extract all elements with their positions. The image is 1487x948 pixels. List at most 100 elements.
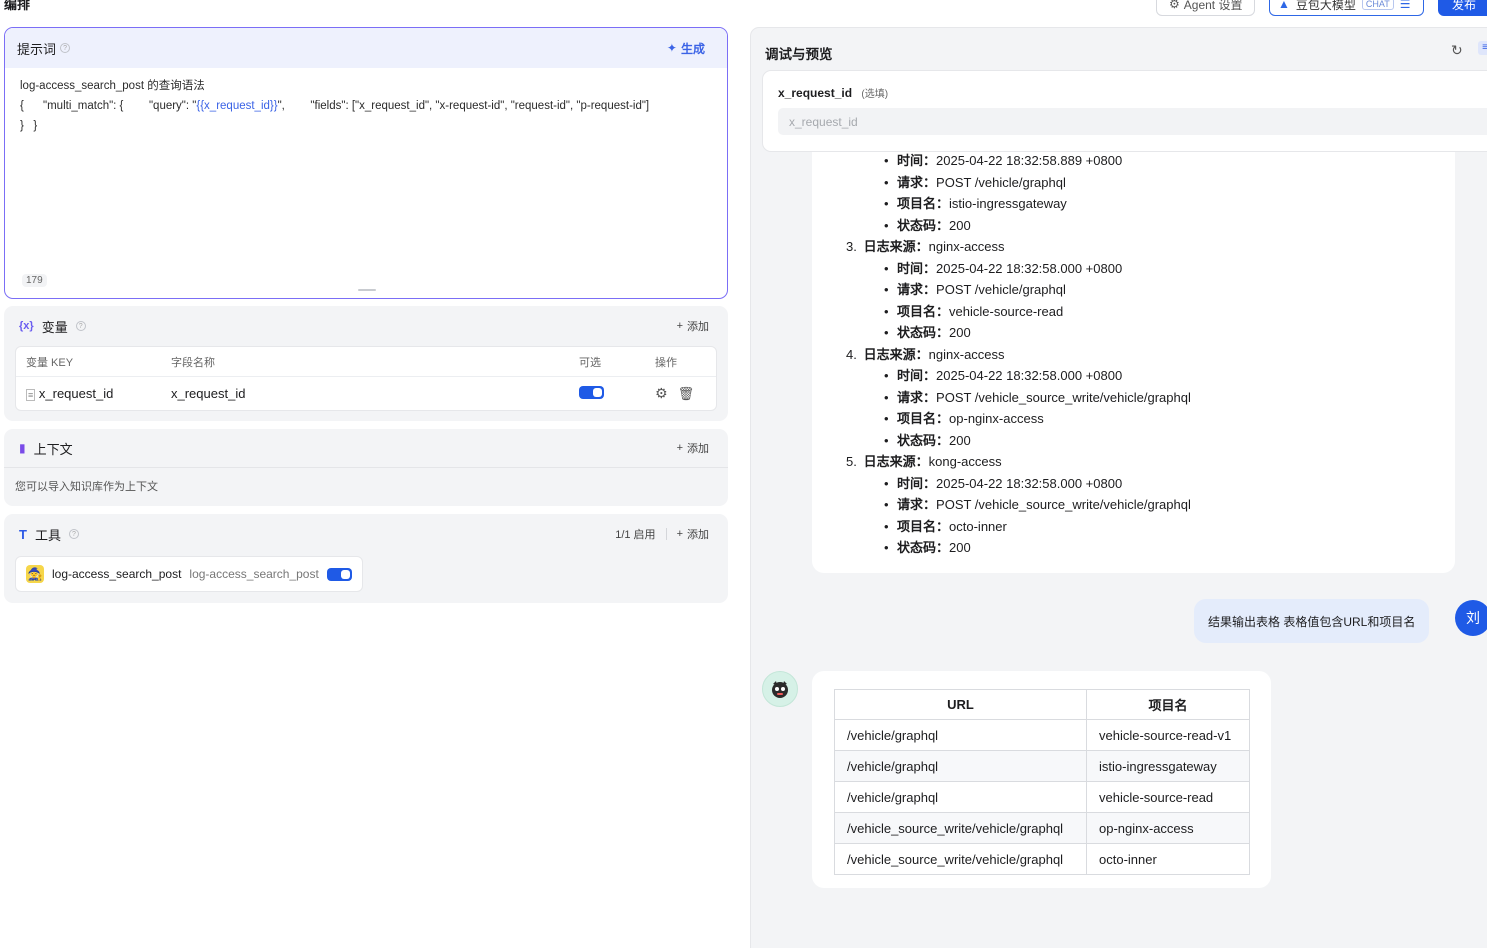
x-request-id-input[interactable]: [778, 108, 1487, 135]
variables-section: {x} 变量 ? + 添加 变量 KEY 字段名称 可选 操作 ≡ x_requ…: [4, 306, 728, 421]
bot-avatar-icon: [762, 671, 798, 707]
gear-icon[interactable]: ⚙: [655, 385, 668, 402]
assistant-message: 时间：2025-04-22 18:32:58.889 +0800 请求：POST…: [812, 145, 1455, 573]
help-icon[interactable]: ?: [68, 529, 79, 539]
help-icon[interactable]: ?: [60, 43, 71, 53]
plus-icon: +: [676, 528, 683, 540]
list-item: 项目名：istio-ingressgateway: [884, 193, 1191, 215]
variable-key[interactable]: x_request_id: [39, 386, 113, 401]
table-header-row: URL 项目名: [834, 689, 1250, 720]
tool-item[interactable]: 🧙 log-access_search_post log-access_sear…: [15, 556, 363, 592]
tools-status: 1/1 启用: [615, 529, 656, 541]
log-entry-5: 5. 日志来源：kong-access 时间：2025-04-22 18:32:…: [846, 451, 1191, 559]
list-item: 请求：POST /vehicle_source_write/vehicle/gr…: [884, 494, 1191, 516]
settings-sliders-icon: ☰: [1399, 0, 1411, 11]
variable-icon: {x}: [19, 320, 34, 332]
add-tool-button[interactable]: + 添加: [677, 526, 709, 542]
list-item: 项目名：op-nginx-access: [884, 408, 1191, 430]
list-item: 时间：2025-04-22 18:32:58.889 +0800: [884, 150, 1191, 172]
column-header-url: URL: [834, 689, 1087, 720]
table-row: /vehicle/graphql istio-ingressgateway: [834, 750, 1250, 782]
partial-entry: 时间：2025-04-22 18:32:58.889 +0800 请求：POST…: [846, 150, 1191, 236]
model-label: 豆包大模型: [1295, 0, 1356, 12]
list-item: 状态码：200: [884, 430, 1191, 452]
tool-avatar-icon: 🧙: [26, 565, 44, 583]
result-table: URL 项目名 /vehicle/graphql vehicle-source-r…: [834, 689, 1250, 875]
page-title: 编排: [4, 0, 31, 12]
generate-button[interactable]: ✦ 生成: [667, 40, 705, 57]
assistant-table-message: URL 项目名 /vehicle/graphql vehicle-source-r…: [812, 671, 1271, 888]
agent-settings-label: Agent 设置: [1183, 0, 1243, 12]
prompt-line-1: log-access_search_post 的查询语法: [20, 80, 205, 92]
list-item: 请求：POST /vehicle/graphql: [884, 279, 1191, 301]
list-item: 时间：2025-04-22 18:32:58.000 +0800: [884, 258, 1191, 280]
table-row: ≡ x_request_id x_request_id ⚙ 🗑: [16, 377, 716, 410]
divider: [665, 528, 667, 540]
plus-icon: +: [676, 442, 683, 454]
list-item: 时间：2025-04-22 18:32:58.000 +0800: [884, 365, 1191, 387]
input-optional: (选填): [861, 89, 889, 100]
collapse-icon[interactable]: ≡: [1478, 41, 1487, 55]
variables-table: 变量 KEY 字段名称 可选 操作 ≡ x_request_id x_reque…: [15, 346, 717, 411]
variable-field-name[interactable]: x_request_id: [171, 386, 579, 401]
list-item: 项目名：vehicle-source-read: [884, 301, 1191, 323]
agent-settings-button[interactable]: ⚙ Agent 设置: [1156, 0, 1256, 16]
table-row: /vehicle/graphql vehicle-source-read-v1: [834, 719, 1250, 751]
user-message: 结果输出表格 表格值包含URL和项目名: [1194, 599, 1430, 643]
table-row: /vehicle/graphql vehicle-source-read: [834, 781, 1250, 813]
generate-label: 生成: [680, 41, 705, 56]
gear-icon: ⚙: [1169, 0, 1180, 11]
prompt-variable-token: {{x_request_id}}: [196, 100, 278, 112]
resize-handle[interactable]: [358, 289, 376, 291]
list-item: 项目名：octo-inner: [884, 516, 1191, 538]
tool-icon: T: [19, 526, 27, 542]
tool-enabled-toggle[interactable]: [326, 567, 352, 581]
add-variable-button[interactable]: + 添加: [677, 318, 709, 334]
column-header-project: 项目名: [1086, 689, 1250, 720]
list-item: 状态码：200: [884, 537, 1191, 559]
prompt-text[interactable]: log-access_search_post 的查询语法 { "multi_ma…: [5, 68, 727, 144]
plus-icon: +: [676, 320, 683, 332]
top-bar: 编排 ⚙ Agent 设置 ▲ 豆包大模型 CHAT ☰ 发布: [0, 0, 1487, 18]
tool-description: log-access_search_post: [189, 567, 319, 581]
preview-panel: 调试与预览 ↻ ≡ 时间：2025-04-22 18:32:58.889 +08…: [750, 27, 1487, 948]
optional-toggle[interactable]: [579, 385, 604, 399]
prompt-title: 提示词: [17, 41, 57, 57]
list-item: 请求：POST /vehicle_source_write/vehicle/gr…: [884, 387, 1191, 409]
context-hint: 您可以导入知识库作为上下文: [4, 467, 728, 504]
log-entry-4: 4. 日志来源：nginx-access 时间：2025-04-22 18:32…: [846, 344, 1191, 452]
refresh-icon[interactable]: ↻: [1451, 42, 1463, 59]
tool-name: log-access_search_post: [52, 567, 182, 581]
publish-button[interactable]: 发布: [1438, 0, 1487, 16]
variable-input-card: x_request_id (选填): [762, 70, 1487, 152]
preview-title: 调试与预览: [765, 47, 833, 62]
context-section: ▮ 上下文 + 添加 您可以导入知识库作为上下文: [4, 429, 728, 506]
tools-section: T 工具 ? 1/1 启用 + 添加 🧙 log-access_search_p…: [4, 514, 728, 603]
prompt-line-2: { "multi_match": { "query": "{{x_request…: [20, 100, 650, 112]
context-title: 上下文: [33, 441, 73, 457]
sparkle-icon: ✦: [666, 41, 677, 55]
prompt-header: 提示词 ? ✦ 生成: [5, 28, 727, 68]
list-item: 时间：2025-04-22 18:32:58.000 +0800: [884, 473, 1191, 495]
variables-title: 变量: [41, 319, 68, 335]
publish-label: 发布: [1452, 0, 1477, 12]
trash-icon[interactable]: 🗑: [678, 386, 695, 402]
add-context-button[interactable]: + 添加: [677, 440, 709, 456]
model-logo-icon: ▲: [1278, 0, 1290, 11]
tools-title: 工具: [34, 527, 61, 543]
model-badge: CHAT: [1361, 0, 1394, 10]
prompt-editor[interactable]: 提示词 ? ✦ 生成 log-access_search_post 的查询语法 …: [4, 27, 728, 299]
list-item: 状态码：200: [884, 322, 1191, 344]
table-header: 变量 KEY 字段名称 可选 操作: [16, 347, 716, 377]
help-icon[interactable]: ?: [75, 321, 86, 331]
log-entry-3: 3. 日志来源：nginx-access 时间：2025-04-22 18:32…: [846, 236, 1191, 344]
log-list: 时间：2025-04-22 18:32:58.889 +0800 请求：POST…: [846, 150, 1191, 559]
list-item: 状态码：200: [884, 215, 1191, 237]
input-label: x_request_id: [778, 86, 853, 100]
model-select-button[interactable]: ▲ 豆包大模型 CHAT ☰: [1269, 0, 1424, 16]
document-icon: ▮: [19, 441, 26, 455]
robot-icon: [772, 681, 788, 698]
type-icon: ≡: [26, 389, 36, 401]
table-row: /vehicle_source_write/vehicle/graphql op-…: [834, 812, 1250, 844]
list-item: 请求：POST /vehicle/graphql: [884, 172, 1191, 194]
